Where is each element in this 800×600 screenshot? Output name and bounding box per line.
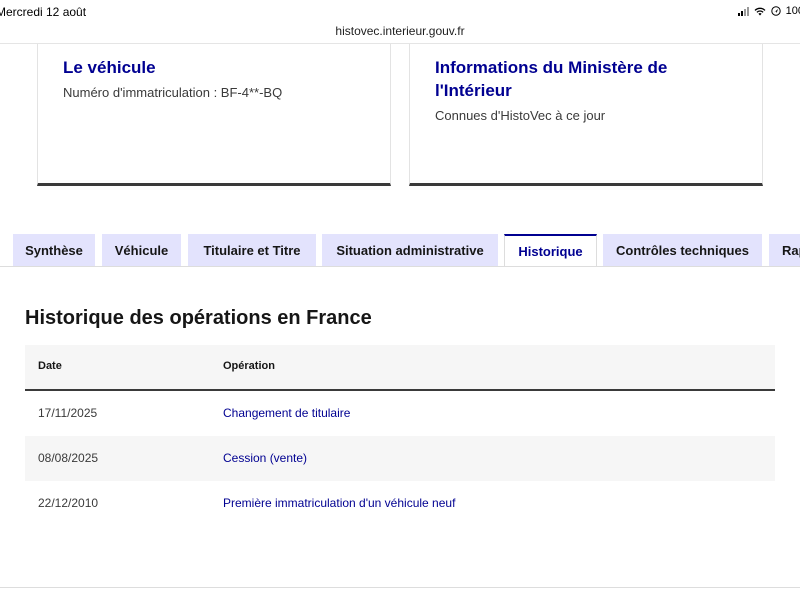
history-title: Historique des opérations en France (25, 307, 372, 329)
tab-synthese[interactable]: Synthèse (13, 234, 95, 267)
ministry-card: Informations du Ministère de l'Intérieur… (409, 44, 763, 186)
ministry-card-subtitle: Connues d'HistoVec à ce jour (435, 108, 606, 123)
status-indicators: 100 (737, 5, 800, 17)
tab-situation-administrative[interactable]: Situation administrative (322, 234, 498, 267)
tab-historique[interactable]: Historique (504, 234, 597, 268)
table-row: 17/11/2025 Changement de titulaire (25, 391, 775, 436)
history-table: Date Opération 17/11/2025 Changement de … (25, 345, 775, 526)
tab-rapport[interactable]: Rapport (769, 234, 800, 267)
tab-bar: Synthèse Véhicule Titulaire et Titre Sit… (0, 234, 800, 268)
row-operation: Changement de titulaire (223, 406, 351, 420)
vehicle-card: Le véhicule Numéro d'immatriculation : B… (37, 44, 391, 186)
history-panel: Historique des opérations en France Date… (0, 266, 800, 588)
vehicle-card-title: Le véhicule (63, 58, 156, 77)
table-header: Date Opération (25, 345, 775, 391)
wifi-icon (754, 7, 766, 15)
status-date: Mercredi 12 août (0, 5, 87, 19)
address-bar[interactable]: histovec.interieur.gouv.fr (0, 20, 800, 44)
status-bar: Mercredi 12 août 100 (0, 0, 800, 22)
row-date: 08/08/2025 (38, 451, 99, 465)
location-icon (770, 6, 781, 16)
row-date: 17/11/2025 (38, 406, 98, 420)
tab-vehicule[interactable]: Véhicule (102, 234, 181, 267)
battery-percent: 100 (785, 5, 800, 17)
url-text: histovec.interieur.gouv.fr (335, 24, 465, 38)
row-operation: Première immatriculation d'un véhicule n… (223, 496, 456, 510)
column-header-date: Date (38, 360, 62, 372)
cellular-signal-icon (737, 6, 749, 16)
tab-titulaire-et-titre[interactable]: Titulaire et Titre (188, 234, 316, 267)
table-row: 08/08/2025 Cession (vente) (25, 436, 775, 481)
registration-number: Numéro d'immatriculation : BF-4**-BQ (63, 85, 283, 100)
row-date: 22/12/2010 (38, 496, 99, 510)
table-row: 22/12/2010 Première immatriculation d'un… (25, 481, 775, 526)
column-header-operation: Opération (223, 360, 275, 372)
row-operation: Cession (vente) (223, 451, 308, 465)
tab-controles-techniques[interactable]: Contrôles techniques (603, 234, 762, 267)
ministry-card-title: Informations du Ministère de l'Intérieur (435, 58, 668, 100)
